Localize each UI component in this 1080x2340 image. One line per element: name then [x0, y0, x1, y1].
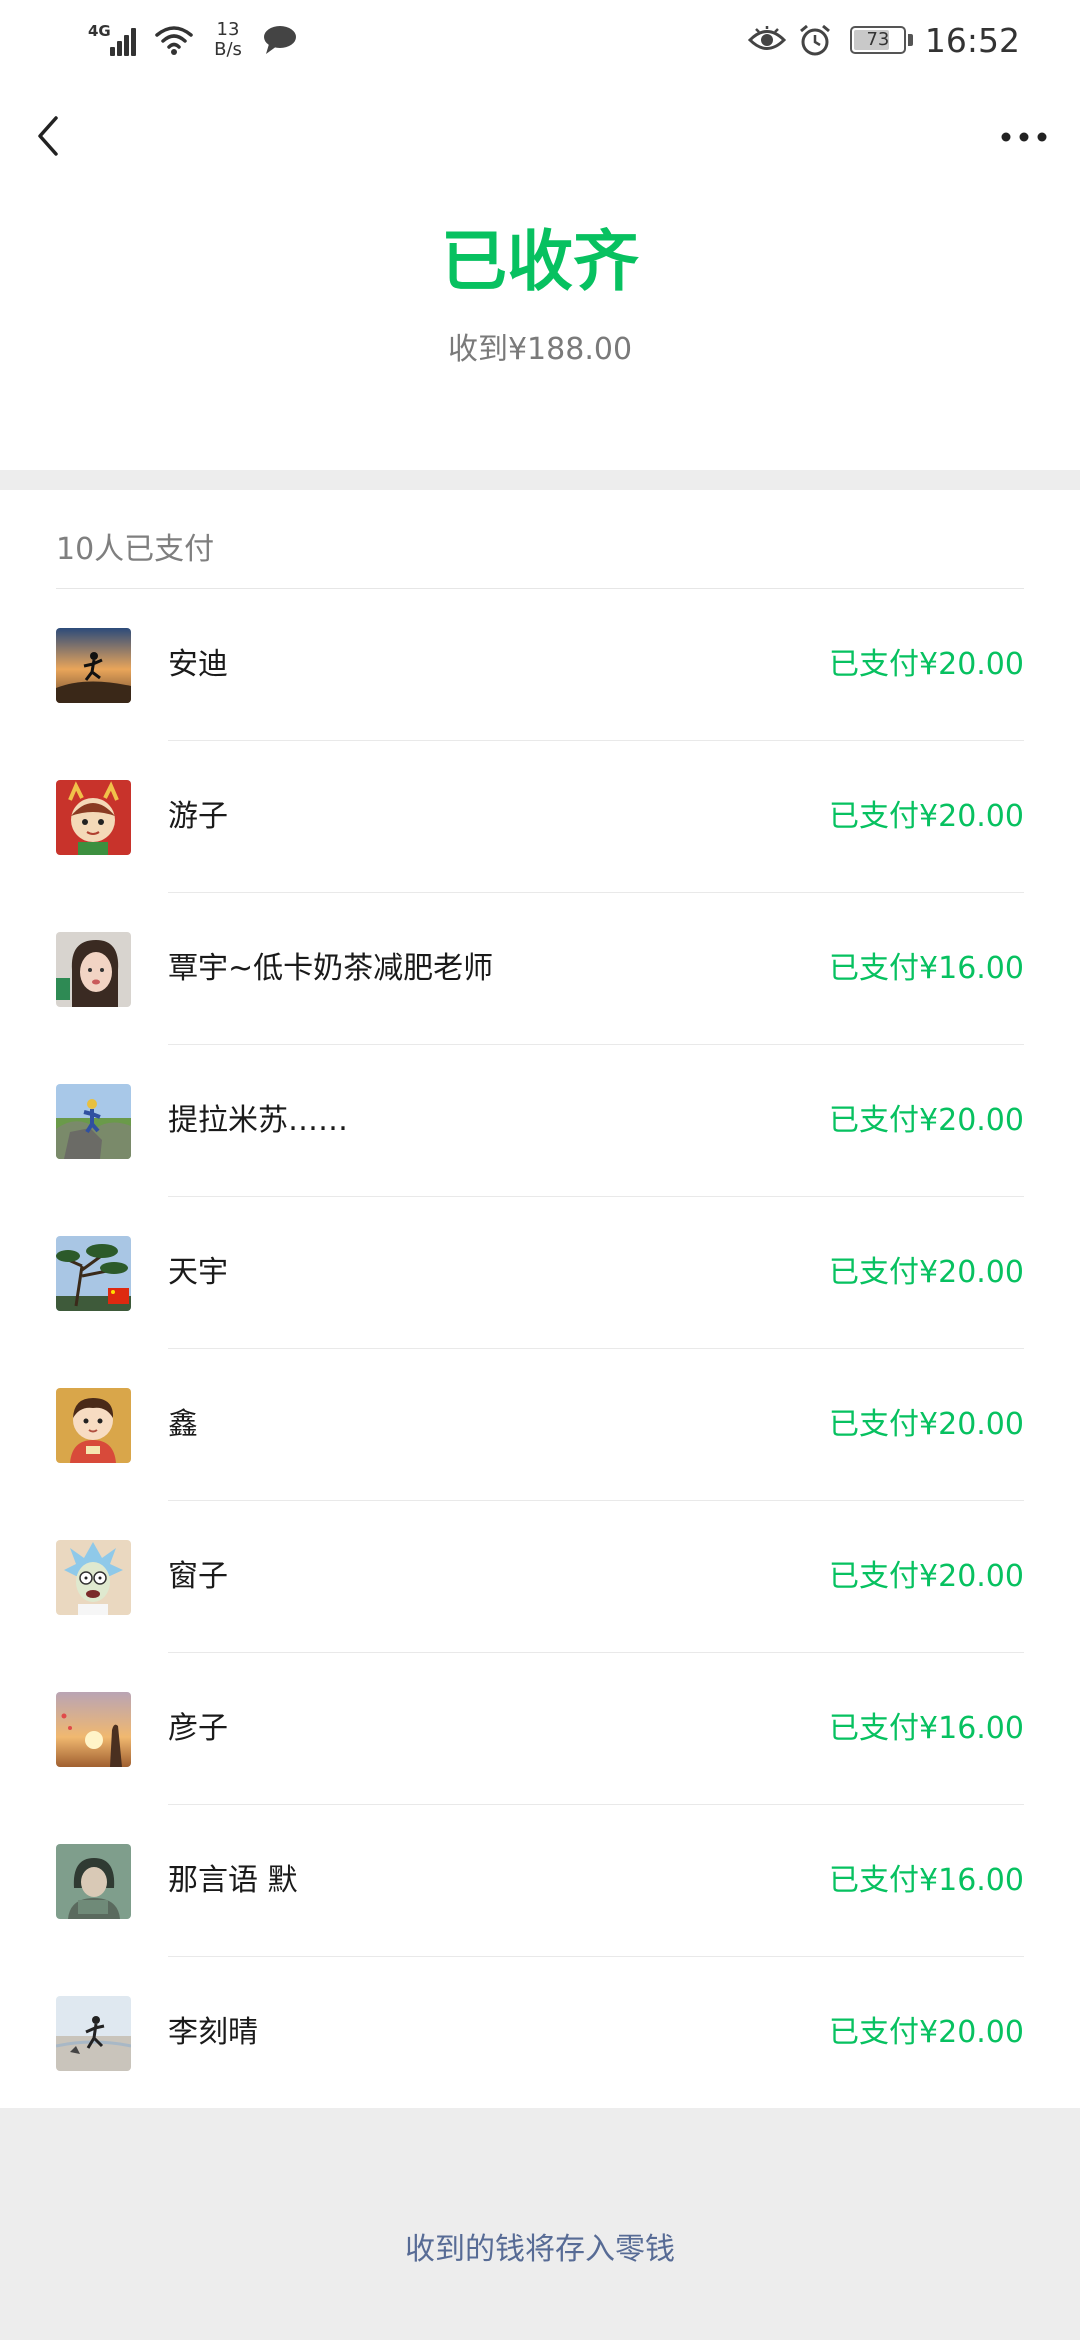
alarm-icon: [799, 24, 830, 56]
payer-row[interactable]: 李刻晴 已支付¥20.00: [0, 1957, 1080, 2109]
network-speed: 13 B/s: [206, 20, 250, 60]
payer-row[interactable]: 彦子 已支付¥16.00: [0, 1653, 1080, 1805]
payment-status: 已支付¥20.00: [829, 2015, 1024, 2050]
status-bar-left: 4G 13 B/s: [88, 18, 298, 62]
cellular-signal-icon: 4G: [88, 20, 140, 60]
battery-level: 73: [866, 29, 890, 50]
section-divider: [0, 470, 1080, 490]
payer-name: 那言语 默: [168, 1863, 298, 1898]
change-wallet-link[interactable]: 收到的钱将存入零钱: [0, 2230, 1080, 2270]
payer-name: 彦子: [168, 1711, 228, 1746]
payer-row[interactable]: 游子 已支付¥20.00: [0, 741, 1080, 893]
wifi-icon: [155, 26, 193, 55]
avatar: [56, 1996, 131, 2071]
payment-status: 已支付¥20.00: [829, 1559, 1024, 1594]
avatar: [56, 1388, 131, 1463]
avatar: [56, 1084, 131, 1159]
payer-name: 鑫: [168, 1407, 198, 1442]
payer-name: 天宇: [168, 1255, 228, 1290]
more-button[interactable]: [988, 106, 1060, 168]
payer-row[interactable]: 天宇 已支付¥20.00: [0, 1197, 1080, 1349]
avatar: [56, 628, 131, 703]
avatar: [56, 1692, 131, 1767]
avatar: [56, 1236, 131, 1311]
chat-bubble-icon: [264, 26, 296, 54]
status-bar: 4G 13 B/s 73 16:52: [0, 0, 1080, 80]
payer-name: 提拉米苏……: [168, 1103, 348, 1138]
payment-status: 已支付¥20.00: [829, 799, 1024, 834]
payer-row[interactable]: 那言语 默 已支付¥16.00: [0, 1805, 1080, 1957]
network-type: 4G: [88, 22, 111, 40]
avatar: [56, 1540, 131, 1615]
collection-total: 收到¥188.00: [447, 332, 633, 367]
payer-list: 安迪 已支付¥20.00 游子 已支付¥20.00 覃宇~低卡奶茶减肥老师 已支…: [0, 589, 1080, 2109]
clock: 16:52: [924, 20, 1020, 60]
payment-status: 已支付¥20.00: [829, 647, 1024, 682]
payment-status: 已支付¥16.00: [829, 951, 1024, 986]
footer: 收到的钱将存入零钱: [0, 2108, 1080, 2340]
payer-name: 覃宇~低卡奶茶减肥老师: [168, 951, 494, 986]
eye-icon: [747, 26, 786, 50]
payer-row[interactable]: 鑫 已支付¥20.00: [0, 1349, 1080, 1501]
back-arrow-icon: [38, 116, 58, 156]
status-bar-right: 73 16:52: [747, 18, 1020, 62]
payer-name: 窗子: [168, 1559, 228, 1594]
payer-row[interactable]: 安迪 已支付¥20.00: [0, 589, 1080, 741]
payer-name: 安迪: [168, 647, 228, 682]
payment-status: 已支付¥16.00: [829, 1863, 1024, 1898]
more-dots-icon: [1001, 132, 1047, 142]
payer-row[interactable]: 覃宇~低卡奶茶减肥老师 已支付¥16.00: [0, 893, 1080, 1045]
payer-name: 游子: [168, 799, 228, 834]
paid-count-label: 10人已支付: [56, 532, 215, 567]
payment-status: 已支付¥20.00: [829, 1255, 1024, 1290]
back-button[interactable]: [20, 104, 76, 168]
avatar: [56, 1844, 131, 1919]
avatar: [56, 780, 131, 855]
network-speed-value: 13: [216, 19, 240, 40]
payment-status: 已支付¥16.00: [829, 1711, 1024, 1746]
payer-name: 李刻晴: [168, 2015, 258, 2050]
collection-status-title: 已收齐: [441, 223, 639, 300]
payer-row[interactable]: 提拉米苏…… 已支付¥20.00: [0, 1045, 1080, 1197]
payer-row[interactable]: 窗子 已支付¥20.00: [0, 1501, 1080, 1653]
battery-icon: 73: [849, 26, 906, 54]
payment-status: 已支付¥20.00: [829, 1103, 1024, 1138]
payment-status: 已支付¥20.00: [829, 1407, 1024, 1442]
avatar: [56, 932, 131, 1007]
network-speed-unit: B/s: [214, 39, 242, 60]
